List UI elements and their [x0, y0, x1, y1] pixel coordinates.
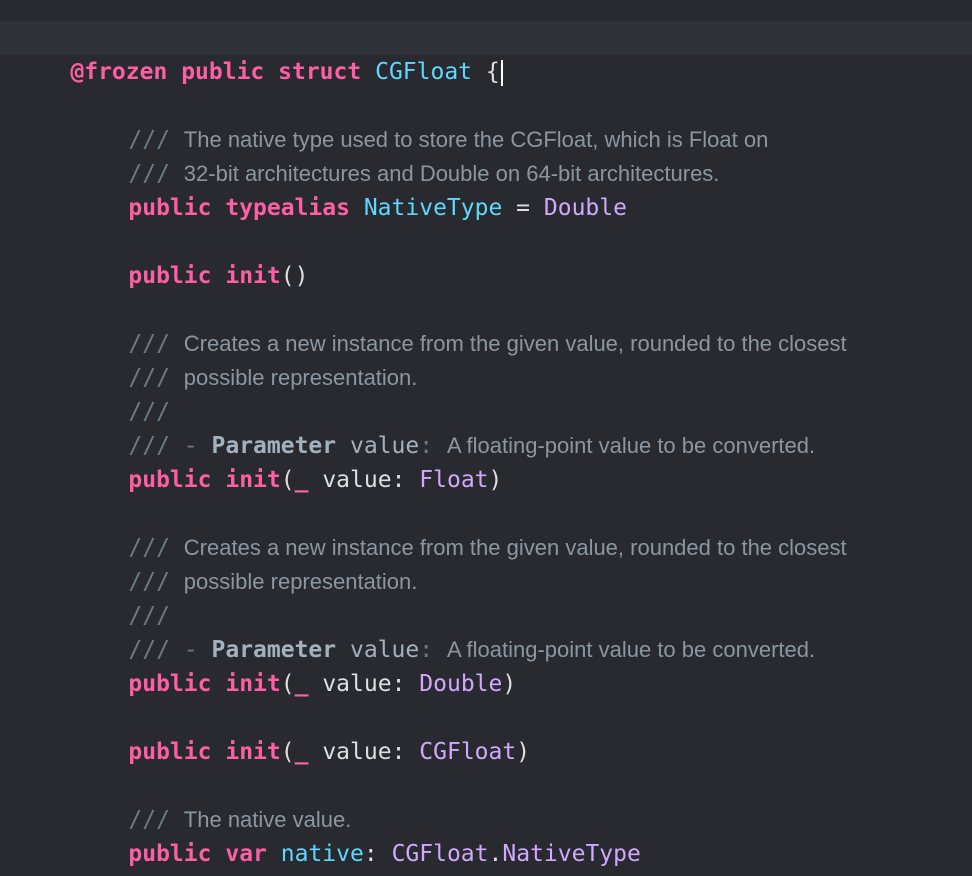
colon: : — [391, 739, 406, 765]
open-paren: ( — [280, 467, 295, 493]
keyword-underscore: _ — [294, 467, 309, 493]
keyword-init: init — [225, 263, 281, 289]
keyword-public: public — [128, 263, 212, 289]
close-paren: ) — [502, 671, 517, 697]
keyword-init: init — [225, 739, 281, 765]
keyword-public: public — [128, 467, 212, 493]
code-line-native-property[interactable]: public var native: CGFloat.NativeType — [0, 803, 640, 867]
open-brace: { — [485, 59, 500, 85]
keyword-public: public — [128, 671, 212, 697]
doc-comment-text: possible representation. — [183, 365, 418, 390]
doc-comment-text: possible representation. — [183, 569, 418, 594]
close-paren: ) — [488, 467, 503, 493]
code-line-init-empty[interactable]: public init() — [0, 225, 308, 289]
keyword-public: public — [181, 59, 265, 85]
property-name: native — [280, 841, 364, 867]
type-reference: NativeType — [502, 841, 641, 867]
colon: : — [391, 467, 406, 493]
keyword-underscore: _ — [294, 671, 309, 697]
code-line-doc-comment[interactable]: /// Creates a new instance from the give… — [0, 497, 846, 561]
type-reference: CGFloat — [419, 739, 517, 765]
code-line-doc-comment[interactable]: /// 32-bit architectures and Double on 6… — [0, 123, 719, 187]
type-reference: Double — [543, 195, 627, 221]
type-reference: CGFloat — [391, 841, 489, 867]
code-line-doc-parameter[interactable]: /// - Parameter value: A floating-point … — [0, 599, 815, 663]
code-line-struct-declaration[interactable]: @frozen public struct CGFloat { — [0, 21, 972, 86]
code-line-doc-parameter[interactable]: /// - Parameter value: A floating-point … — [0, 395, 815, 459]
type-reference: Float — [419, 467, 489, 493]
code-line-typealias[interactable]: public typealias NativeType = Double — [0, 157, 627, 221]
parameter-label: value — [322, 467, 392, 493]
attribute-frozen: @frozen — [70, 59, 168, 85]
keyword-init: init — [225, 671, 281, 697]
code-line-doc-comment[interactable]: /// — [0, 565, 170, 629]
dot: . — [488, 841, 503, 867]
code-line-init-cgfloat[interactable]: public init(_ value: CGFloat) — [0, 701, 530, 765]
keyword-struct: struct — [278, 59, 362, 85]
equals-sign: = — [516, 195, 531, 221]
keyword-init: init — [225, 467, 281, 493]
code-line-doc-comment[interactable]: /// Creates a new instance from the give… — [0, 293, 846, 357]
struct-name: CGFloat — [375, 59, 473, 85]
parameter-label: value — [322, 739, 392, 765]
keyword-var: var — [225, 841, 267, 867]
keyword-public: public — [128, 841, 212, 867]
type-reference: Double — [419, 671, 503, 697]
code-line-init-float[interactable]: public init(_ value: Float) — [0, 429, 502, 493]
colon: : — [391, 671, 406, 697]
code-editor[interactable]: @frozen public struct CGFloat { /// The … — [0, 0, 972, 876]
parentheses: () — [280, 263, 309, 289]
colon: : — [363, 841, 378, 867]
keyword-public: public — [128, 739, 212, 765]
code-line-doc-comment[interactable]: /// The native type used to store the CG… — [0, 89, 768, 153]
keyword-underscore: _ — [294, 739, 309, 765]
code-line-doc-comment[interactable]: /// — [0, 361, 170, 425]
keyword-public: public — [128, 195, 212, 221]
open-paren: ( — [280, 671, 295, 697]
typealias-name: NativeType — [363, 195, 503, 221]
text-cursor — [500, 59, 503, 86]
code-line-init-double[interactable]: public init(_ value: Double) — [0, 633, 516, 697]
code-line-doc-comment[interactable]: /// possible representation. — [0, 327, 417, 391]
code-line-doc-comment[interactable]: /// possible representation. — [0, 531, 417, 595]
code-line-closing-brace[interactable]: } — [0, 837, 84, 876]
keyword-typealias: typealias — [225, 195, 350, 221]
parameter-label: value — [322, 671, 392, 697]
open-paren: ( — [280, 739, 295, 765]
close-paren: ) — [516, 739, 531, 765]
code-line-doc-comment[interactable]: /// The native value. — [0, 769, 351, 833]
